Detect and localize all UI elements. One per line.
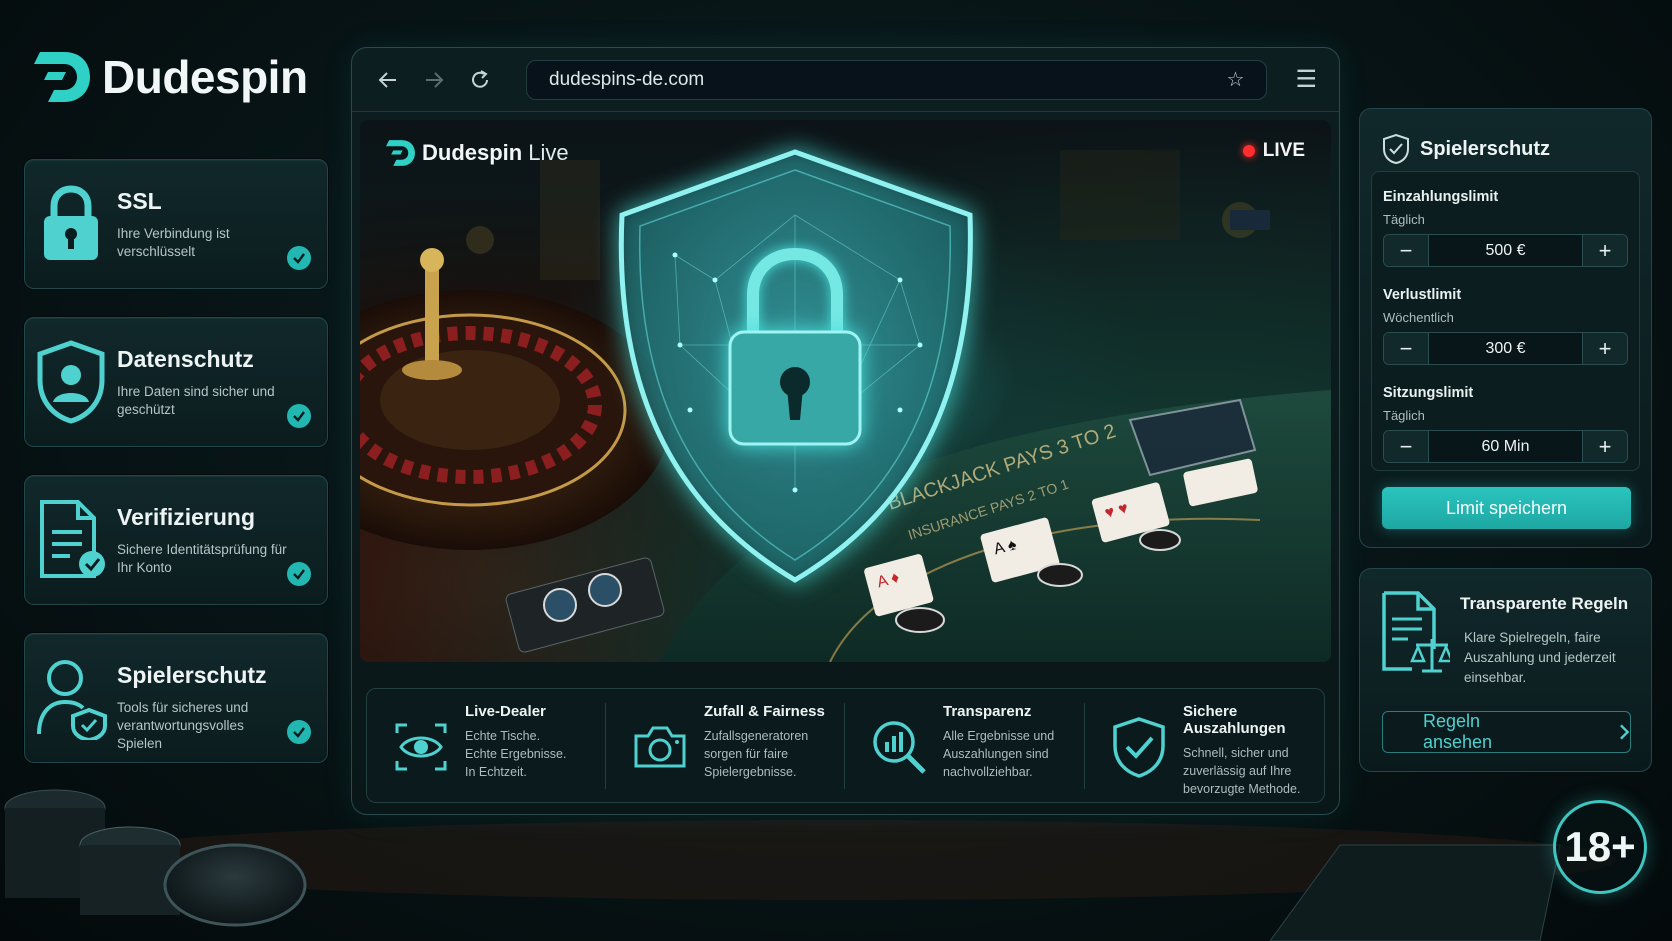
- feature-desc: Sichere Identitätsprüfung für Ihr Konto: [117, 542, 287, 575]
- loss-limit: Verlustlimit Wöchentlich − 300 € +: [1383, 270, 1628, 368]
- document-scale-icon: [1378, 589, 1454, 680]
- loss-limit-stepper: − 300 € +: [1383, 332, 1628, 365]
- increment-button[interactable]: +: [1583, 431, 1627, 462]
- feature-card-datenschutz[interactable]: Datenschutz Ihre Daten sind sicher und g…: [24, 317, 328, 447]
- limit-period: Wöchentlich: [1383, 310, 1454, 325]
- arrow-right-icon: [426, 71, 444, 88]
- live-label: LIVE: [1262, 140, 1305, 161]
- info-desc: Alle Ergebnisse und Auszahlungen sind na…: [943, 728, 1055, 779]
- limit-name: Sitzungslimit: [1383, 385, 1474, 401]
- menu-hamburger-icon[interactable]: ☰: [1295, 65, 1317, 94]
- info-title: Sichere Auszahlungen: [1183, 702, 1286, 737]
- back-button[interactable]: [374, 66, 402, 94]
- chevron-right-icon: [1619, 724, 1629, 740]
- check-icon: [287, 562, 311, 586]
- feature-card-ssl[interactable]: SSL Ihre Verbindung ist verschlüsselt: [24, 159, 328, 289]
- feature-desc: Tools für sicheres und verantwortungsvol…: [117, 700, 249, 751]
- user-shield-icon: [25, 634, 117, 762]
- feature-title: Verifizierung: [117, 504, 256, 530]
- browser-window: dudespins-de.com ☆ ☰ BLACKJACK PAYS 3 TO…: [351, 47, 1340, 815]
- feature-title: Datenschutz: [117, 346, 254, 372]
- check-icon: [287, 404, 311, 428]
- stage-brand-name: Dudespin: [422, 140, 523, 165]
- decrement-button[interactable]: −: [1384, 235, 1428, 266]
- info-item-auszahlungen: Sichere Auszahlungen Schnell, sicher und…: [1085, 702, 1324, 796]
- casino-scene-image: BLACKJACK PAYS 3 TO 2 INSURANCE PAYS 2 T…: [360, 149, 1331, 662]
- brand-logo[interactable]: Dudespin: [34, 48, 308, 106]
- deposit-limit: Einzahlungslimit Täglich − 500 € +: [1383, 172, 1628, 270]
- stage-brand-suffix: Live: [528, 140, 569, 165]
- feature-card-verifizierung[interactable]: Verifizierung Sichere Identitätsprüfung …: [24, 475, 328, 605]
- decrement-button[interactable]: −: [1384, 333, 1428, 364]
- forward-button[interactable]: [420, 66, 448, 94]
- limit-value[interactable]: 500 €: [1428, 235, 1583, 266]
- info-title: Live-Dealer: [465, 702, 546, 720]
- live-badge: LIVE: [1242, 140, 1305, 162]
- feature-list: SSL Ihre Verbindung ist verschlüsselt Da…: [24, 159, 328, 791]
- lock-icon: [25, 160, 117, 288]
- live-dot-icon: [1242, 145, 1255, 157]
- rules-title: Transparente Regeln: [1460, 594, 1629, 613]
- check-icon: [287, 720, 311, 744]
- shield-user-icon: [25, 318, 117, 446]
- shield-check-icon: [1109, 716, 1169, 778]
- view-rules-button[interactable]: Regeln ansehen: [1382, 711, 1631, 753]
- decrement-button[interactable]: −: [1384, 431, 1428, 462]
- info-item-live-dealer: Live-Dealer Echte Tische. Echte Ergebnis…: [367, 702, 606, 789]
- address-bar[interactable]: dudespins-de.com ☆: [526, 59, 1268, 100]
- info-desc: Zufallsgeneratoren sorgen für faire Spie…: [704, 728, 809, 779]
- info-title: Zufall & Fairness: [704, 702, 825, 720]
- search-chart-icon: [869, 717, 929, 777]
- feature-title: SSL: [117, 188, 162, 214]
- feature-card-spielerschutz[interactable]: Spielerschutz Tools für sicheres und ver…: [24, 633, 328, 763]
- info-desc: Echte Tische. Echte Ergebnisse. In Echtz…: [465, 728, 567, 779]
- logo-mark-icon: [386, 140, 415, 166]
- logo-mark-icon: [34, 48, 92, 106]
- player-protection-panel: Spielerschutz Einzahlungslimit Täglich −…: [1359, 108, 1652, 548]
- info-item-fairness: Zufall & Fairness Zufallsgeneratoren sor…: [606, 702, 845, 789]
- session-limit: Sitzungslimit Täglich − 60 Min +: [1383, 368, 1628, 466]
- check-icon: [287, 246, 311, 270]
- browser-toolbar: dudespins-de.com ☆ ☰: [352, 48, 1339, 112]
- age-badge: 18+: [1553, 800, 1647, 894]
- brand-name: Dudespin: [102, 51, 308, 103]
- limit-name: Einzahlungslimit: [1383, 189, 1499, 205]
- document-check-icon: [25, 476, 117, 604]
- limit-value[interactable]: 60 Min: [1428, 431, 1583, 462]
- reload-button[interactable]: [466, 66, 494, 94]
- increment-button[interactable]: +: [1583, 333, 1627, 364]
- info-desc: Schnell, sicher und zuverlässig auf Ihre…: [1183, 745, 1301, 796]
- rules-desc: Klare Spielregeln, faire Auszahlung und …: [1464, 630, 1616, 685]
- limit-value[interactable]: 300 €: [1428, 333, 1583, 364]
- stage-brand: Dudespin Live: [386, 138, 569, 168]
- view-rules-label: Regeln ansehen: [1423, 711, 1493, 752]
- bookmark-star-icon[interactable]: ☆: [1227, 67, 1245, 92]
- limit-period: Täglich: [1383, 212, 1425, 227]
- url-text: dudespins-de.com: [549, 68, 705, 90]
- panel-title: Spielerschutz: [1420, 137, 1551, 160]
- camera-icon: [630, 717, 690, 777]
- feature-desc: Ihre Daten sind sicher und geschützt: [117, 384, 275, 417]
- reload-icon: [472, 69, 488, 88]
- limit-name: Verlustlimit: [1383, 287, 1462, 303]
- info-title: Transparenz: [943, 702, 1032, 720]
- info-item-transparenz: Transparenz Alle Ergebnisse und Auszahlu…: [845, 702, 1085, 789]
- arrow-left-icon: [378, 71, 396, 88]
- save-limit-button[interactable]: Limit speichern: [1382, 487, 1631, 529]
- feature-desc: Ihre Verbindung ist verschlüsselt: [117, 226, 230, 259]
- increment-button[interactable]: +: [1583, 235, 1627, 266]
- feature-title: Spielerschutz: [117, 662, 267, 688]
- rules-card: Transparente Regeln Klare Spielregeln, f…: [1359, 568, 1652, 772]
- shield-check-icon: [1383, 133, 1409, 165]
- limit-period: Täglich: [1383, 408, 1425, 423]
- limits-box: Einzahlungslimit Täglich − 500 € + Verlu…: [1371, 171, 1640, 471]
- eye-icon: [391, 717, 451, 777]
- deposit-limit-stepper: − 500 € +: [1383, 234, 1628, 267]
- live-stage: BLACKJACK PAYS 3 TO 2 INSURANCE PAYS 2 T…: [360, 120, 1331, 662]
- session-limit-stepper: − 60 Min +: [1383, 430, 1628, 463]
- info-bar: Live-Dealer Echte Tische. Echte Ergebnis…: [366, 688, 1325, 803]
